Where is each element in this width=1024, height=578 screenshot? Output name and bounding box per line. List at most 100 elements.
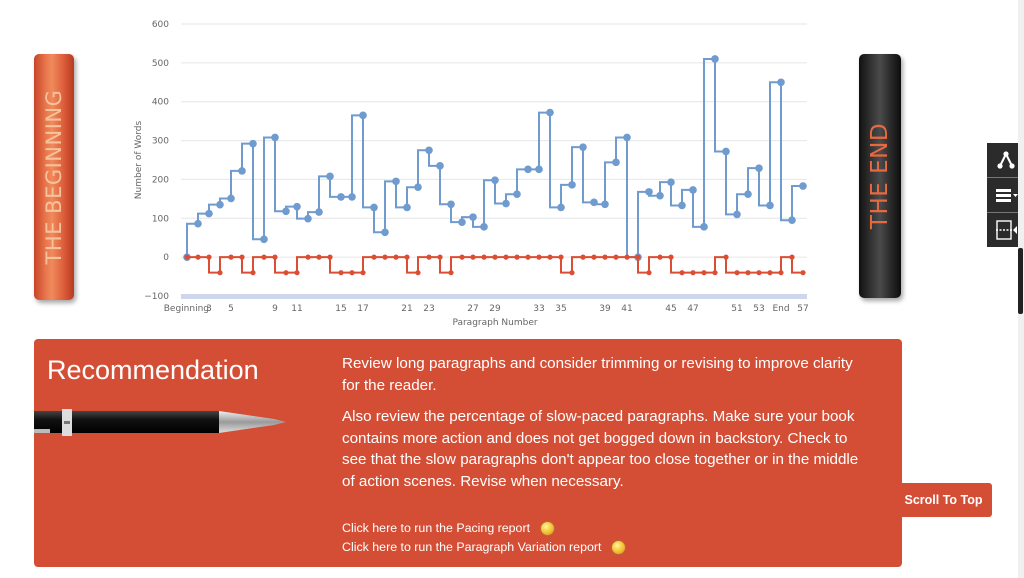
pace-point — [470, 254, 476, 260]
recommendation-title: Recommendation — [47, 355, 259, 385]
words-point — [194, 219, 202, 228]
pace-point — [646, 270, 652, 276]
report-links: Click here to run the Pacing report Clic… — [342, 519, 627, 557]
pace-point — [426, 254, 432, 260]
recommendation-paragraph: Review long paragraphs and consider trim… — [342, 355, 853, 394]
y-tick-label: 100 — [152, 214, 169, 224]
split-view-icon — [995, 220, 1017, 240]
words-point — [502, 199, 510, 208]
pace-point — [437, 254, 443, 260]
words-point — [249, 139, 257, 148]
words-point — [260, 235, 268, 244]
words-point — [788, 216, 796, 225]
pace-point — [778, 270, 784, 276]
pace-point — [712, 270, 718, 276]
words-point — [656, 191, 664, 200]
pace-point — [789, 254, 795, 260]
words-point — [370, 203, 378, 212]
words-point — [755, 164, 763, 172]
x-tick-label: 5 — [228, 304, 234, 314]
pace-point — [459, 254, 465, 260]
page-scrollbar-thumb[interactable] — [1018, 248, 1023, 314]
x-tick-label: 53 — [753, 304, 764, 314]
x-tick-label: 45 — [665, 304, 676, 314]
recommendation-text: Review long paragraphs and consider trim… — [342, 353, 862, 502]
pace-point — [679, 270, 685, 276]
scroll-to-top-button[interactable]: Scroll To Top — [895, 483, 992, 517]
words-point — [557, 203, 565, 212]
pace-point — [580, 254, 586, 260]
paragraph-variation-report-link[interactable]: Click here to run the Paragraph Variatio… — [342, 538, 627, 557]
y-tick-label: 0 — [163, 253, 169, 263]
orb-button-icon[interactable] — [540, 521, 556, 536]
pace-point — [657, 254, 663, 260]
words-line — [186, 57, 803, 259]
x-tick-label: 17 — [357, 304, 368, 314]
pace-point — [217, 270, 223, 276]
x-tick-label: 3 — [206, 304, 212, 314]
pace-point — [327, 254, 333, 260]
words-point — [447, 200, 455, 209]
pace-point — [613, 254, 619, 260]
list-menu-icon — [995, 189, 1018, 202]
pace-point — [393, 254, 399, 260]
x-tick-label: 47 — [687, 304, 698, 314]
pace-point — [558, 254, 564, 260]
x-tick-label: End — [772, 304, 789, 314]
pace-point — [305, 254, 311, 260]
pace-point — [525, 254, 531, 260]
x-tick-label: 41 — [621, 304, 632, 314]
pace-point — [415, 270, 421, 276]
pace-point — [602, 254, 608, 260]
pace-point — [294, 270, 300, 276]
words-point — [546, 108, 554, 117]
words-point — [766, 201, 774, 210]
words-point — [722, 147, 730, 156]
y-tick-label: 300 — [152, 137, 169, 147]
x-tick-label: 15 — [335, 304, 346, 314]
pacing-report-link-label[interactable]: Click here to run the Pacing report — [342, 519, 530, 538]
pacing-report-link[interactable]: Click here to run the Pacing report — [342, 519, 626, 538]
words-point — [458, 218, 466, 226]
pace-point — [624, 254, 630, 260]
words-point — [469, 213, 477, 221]
x-tick-label: 29 — [489, 304, 501, 314]
y-tick-label: 400 — [152, 98, 169, 108]
range-navigator-bar[interactable] — [181, 294, 807, 299]
pace-point — [261, 254, 267, 260]
x-tick-label: 11 — [291, 304, 302, 314]
words-point — [403, 203, 411, 212]
orb-button-icon[interactable] — [611, 540, 627, 555]
x-tick-label: 27 — [467, 304, 478, 314]
words-point — [524, 165, 532, 174]
words-point — [216, 200, 224, 209]
pace-point — [371, 254, 377, 260]
words-point — [777, 78, 785, 87]
words-point — [568, 181, 576, 189]
x-tick-label: 21 — [401, 304, 412, 314]
recommendation-paragraph: Also review the percentage of slow-paced… — [342, 408, 859, 490]
x-tick-label: 51 — [731, 304, 742, 314]
words-point — [326, 172, 334, 181]
words-point — [205, 209, 213, 218]
paragraph-variation-report-link-label[interactable]: Click here to run the Paragraph Variatio… — [342, 538, 601, 557]
x-tick-label: 39 — [599, 304, 611, 314]
words-point — [392, 177, 400, 186]
pace-point — [547, 254, 553, 260]
words-point — [480, 223, 488, 231]
pace-point — [745, 270, 751, 276]
x-tick-label: 57 — [797, 304, 808, 314]
pace-point — [349, 270, 355, 276]
series-words — [183, 55, 807, 261]
x-tick-label: Beginning — [164, 304, 209, 314]
pace-point — [184, 254, 190, 260]
words-point — [799, 182, 807, 190]
share-nodes-icon — [996, 151, 1015, 169]
words-point — [700, 223, 708, 231]
pace-point — [382, 254, 388, 260]
words-point — [667, 178, 675, 186]
pace-point — [536, 254, 542, 260]
pace-point — [734, 270, 740, 276]
pace-point — [701, 270, 707, 276]
words-point — [711, 55, 719, 63]
